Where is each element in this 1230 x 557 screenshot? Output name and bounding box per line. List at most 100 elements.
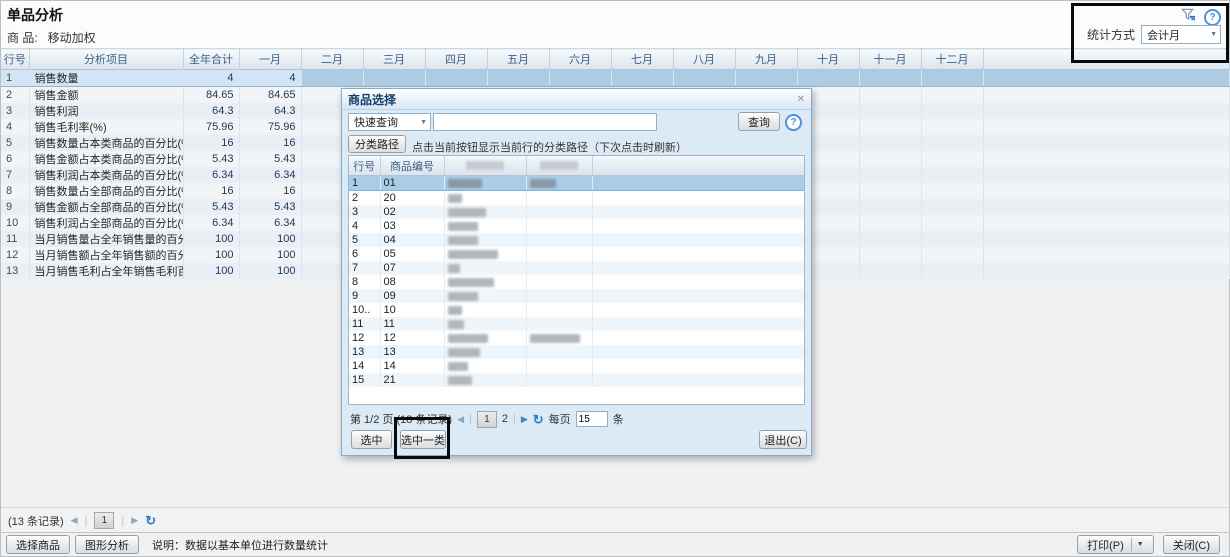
column-header[interactable]: 分析项目 xyxy=(29,49,183,70)
product-name-cell xyxy=(444,219,526,233)
next-page-icon[interactable]: ▶ xyxy=(521,415,528,424)
product-name-cell xyxy=(444,331,526,345)
product-row[interactable]: 1111 xyxy=(349,317,804,331)
column-header[interactable] xyxy=(983,49,1229,70)
value-cell xyxy=(301,70,363,87)
column-header[interactable]: 二月 xyxy=(301,49,363,70)
exit-button[interactable]: 退出(C) xyxy=(759,430,807,449)
redacted-header xyxy=(540,161,578,170)
product-row[interactable]: 808 xyxy=(349,275,804,289)
prev-page-icon[interactable]: ◀ xyxy=(71,516,78,525)
redacted-text xyxy=(448,194,462,203)
value-cell xyxy=(487,70,549,87)
product-name-cell xyxy=(444,359,526,373)
product-row[interactable]: 1414 xyxy=(349,359,804,373)
column-header[interactable]: 四月 xyxy=(425,49,487,70)
product-row[interactable]: 10..10 xyxy=(349,303,804,317)
category-path-button[interactable]: 分类路径 xyxy=(348,135,406,153)
product-row[interactable]: 220 xyxy=(349,191,804,206)
product-code-cell: 04 xyxy=(380,233,444,247)
product-name-cell xyxy=(444,233,526,247)
product-table: 行号商品编号 10122030240350460570780890910..10… xyxy=(349,156,805,387)
empty-cell xyxy=(526,219,592,233)
redacted-text xyxy=(448,179,482,188)
column-header[interactable]: 三月 xyxy=(363,49,425,70)
bottom-toolbar: 选择商品 图形分析 说明：数据以基本单位进行数量统计 打印(P) ▼ 关闭(C) xyxy=(1,532,1229,556)
column-header[interactable] xyxy=(526,156,592,176)
column-header[interactable]: 五月 xyxy=(487,49,549,70)
column-header[interactable]: 行号 xyxy=(349,156,380,176)
product-code-cell: 03 xyxy=(380,219,444,233)
page-1-button[interactable]: 1 xyxy=(477,411,497,428)
column-header[interactable]: 十月 xyxy=(797,49,859,70)
column-header[interactable]: 十二月 xyxy=(921,49,983,70)
filter-funnel-icon[interactable] xyxy=(1181,7,1196,27)
value-cell: 75.96 xyxy=(239,119,301,135)
next-page-icon[interactable]: ▶ xyxy=(131,516,138,525)
column-header[interactable]: 八月 xyxy=(673,49,735,70)
help-icon[interactable]: ? xyxy=(1204,9,1221,26)
product-code-cell: 02 xyxy=(380,205,444,219)
column-header[interactable]: 行号 xyxy=(1,49,29,70)
chart-analysis-button[interactable]: 图形分析 xyxy=(75,535,139,554)
column-header[interactable]: 十一月 xyxy=(859,49,921,70)
stats-mode-select[interactable]: 会计月 ▼ xyxy=(1141,25,1221,44)
app-window: 单品分析 商 品:移动加权 ? 统计方式 会计月 ▼ 行号 xyxy=(0,0,1230,557)
search-input[interactable] xyxy=(433,113,657,131)
row-number-cell: 4 xyxy=(1,119,29,135)
product-row[interactable]: 1212 xyxy=(349,331,804,345)
refresh-icon[interactable]: ↻ xyxy=(533,413,544,426)
row-number-cell: 3 xyxy=(349,205,380,219)
select-product-button[interactable]: 选择商品 xyxy=(6,535,70,554)
quick-query-select[interactable]: 快速查询 ▼ xyxy=(348,113,431,131)
row-number-cell: 11 xyxy=(1,231,29,247)
query-button[interactable]: 查询 xyxy=(738,112,780,131)
value-cell xyxy=(921,199,983,215)
row-number-cell: 6 xyxy=(349,247,380,261)
dialog-close-icon[interactable]: ✕ xyxy=(797,94,805,105)
analysis-row[interactable]: 1销售数量44 xyxy=(1,70,1229,87)
empty-cell xyxy=(526,275,592,289)
column-header[interactable] xyxy=(444,156,526,176)
per-page-unit: 条 xyxy=(613,411,624,427)
select-button[interactable]: 选中 xyxy=(351,430,392,449)
product-row[interactable]: 101 xyxy=(349,176,804,191)
value-cell: 64.3 xyxy=(239,103,301,119)
value-cell xyxy=(859,247,921,263)
current-page-button[interactable]: 1 xyxy=(94,512,114,529)
empty-cell xyxy=(592,317,804,331)
per-page-input[interactable] xyxy=(576,411,608,427)
product-row[interactable]: 1521 xyxy=(349,373,804,387)
page-2-button[interactable]: 2 xyxy=(502,413,508,425)
refresh-icon[interactable]: ↻ xyxy=(145,514,156,527)
product-row[interactable]: 605 xyxy=(349,247,804,261)
dialog-help-icon[interactable]: ? xyxy=(785,114,802,131)
value-cell xyxy=(983,151,1229,167)
column-header[interactable]: 商品编号 xyxy=(380,156,444,176)
print-button[interactable]: 打印(P) ▼ xyxy=(1077,535,1154,554)
column-header[interactable]: 九月 xyxy=(735,49,797,70)
column-header[interactable]: 全年合计 xyxy=(183,49,239,70)
value-cell xyxy=(859,231,921,247)
product-row[interactable]: 1313 xyxy=(349,345,804,359)
print-dropdown-icon[interactable]: ▼ xyxy=(1131,538,1144,551)
column-header[interactable]: 一月 xyxy=(239,49,301,70)
select-class-button[interactable]: 选中一类 xyxy=(400,430,446,449)
row-number-cell: 1 xyxy=(349,176,380,191)
prev-page-icon[interactable]: ◀ xyxy=(457,415,464,424)
product-code-cell: 05 xyxy=(380,247,444,261)
product-row[interactable]: 403 xyxy=(349,219,804,233)
column-header[interactable]: 六月 xyxy=(549,49,611,70)
product-code-cell: 12 xyxy=(380,331,444,345)
row-number-cell: 9 xyxy=(349,289,380,303)
chevron-down-icon: ▼ xyxy=(414,119,427,126)
product-row[interactable]: 909 xyxy=(349,289,804,303)
column-header[interactable]: 七月 xyxy=(611,49,673,70)
close-button[interactable]: 关闭(C) xyxy=(1163,535,1220,554)
product-row[interactable]: 302 xyxy=(349,205,804,219)
product-row[interactable]: 504 xyxy=(349,233,804,247)
dialog-pagination-bar: 第 1/2 页 (18 条记录) ◀ | 1 2 | ▶ ↻ 每页 条 xyxy=(350,410,805,428)
empty-cell xyxy=(526,205,592,219)
value-cell xyxy=(859,87,921,104)
product-row[interactable]: 707 xyxy=(349,261,804,275)
